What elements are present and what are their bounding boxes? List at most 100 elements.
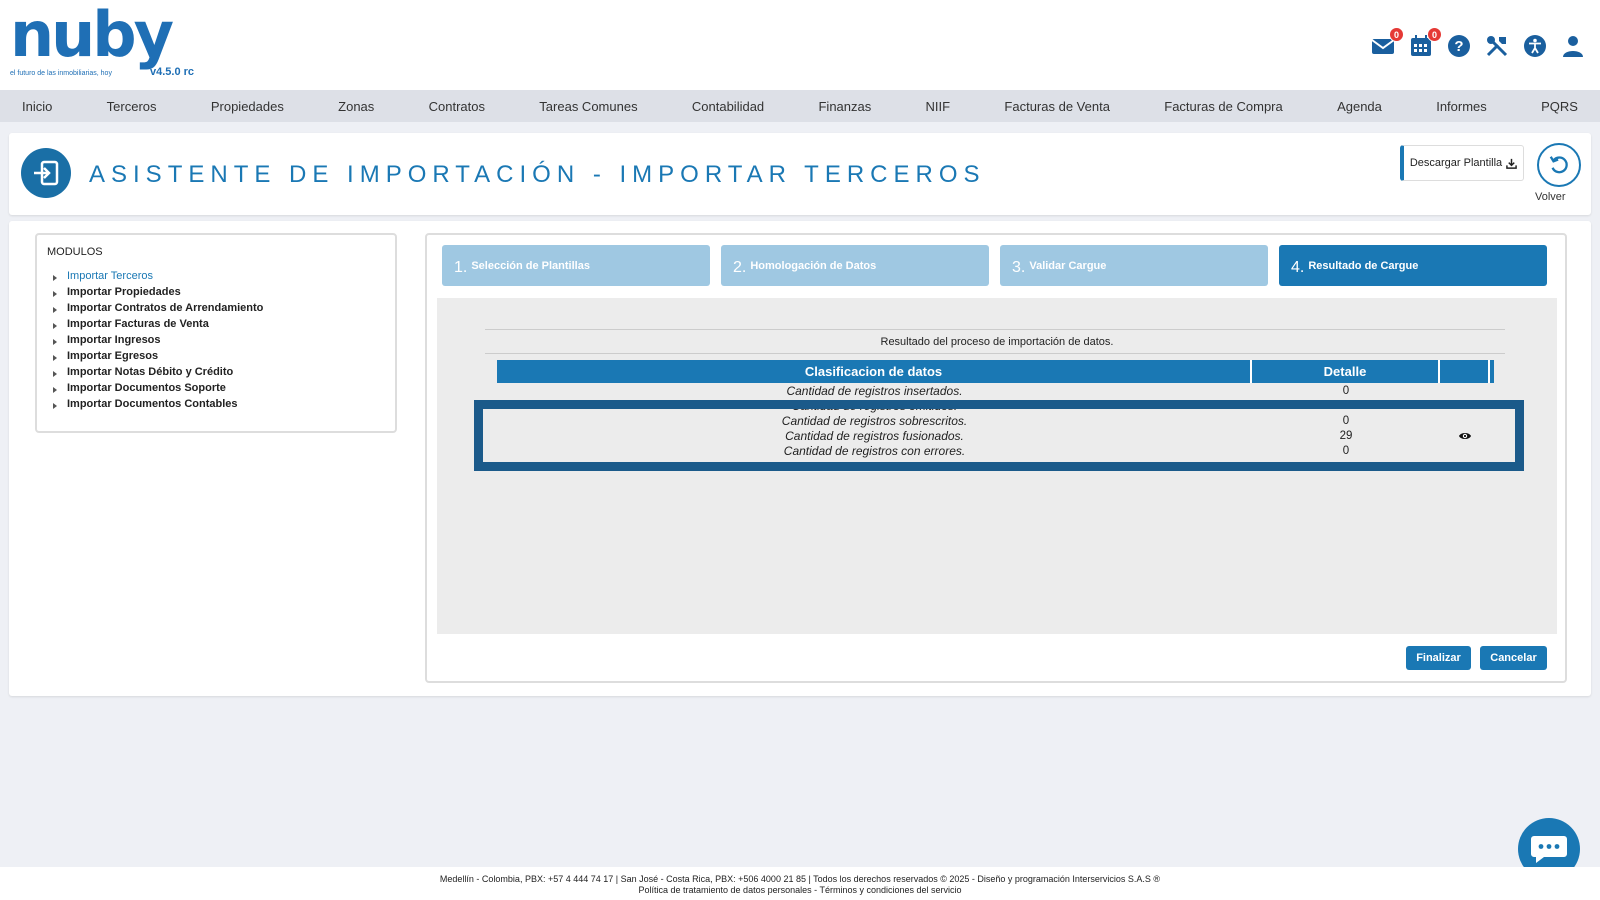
app-version: v4.5.0 rc (150, 66, 195, 78)
row-value: 0 (1342, 399, 1350, 412)
page-title-bar: ASISTENTE DE IMPORTACIÓN - IMPORTAR TERC… (9, 133, 1591, 215)
svg-text:?: ? (1454, 38, 1463, 55)
col-detail: Detalle (1252, 360, 1440, 383)
footer: Medellín - Colombia, PBX: +57 4 444 74 1… (0, 867, 1600, 900)
module-importar-documentos-contables[interactable]: Importar Documentos Contables (53, 396, 263, 412)
row-label: Cantidad de registros con errores. (783, 443, 966, 458)
table-row: Cantidad de registros omitidos. 0 (497, 398, 1494, 413)
main-content: MODULOS Importar Terceros Importar Propi… (9, 221, 1591, 696)
nav-zonas[interactable]: Zonas (338, 99, 374, 114)
top-header: nuby el futuro de las inmobiliarias, hoy… (0, 0, 1600, 90)
help-icon[interactable]: ? (1446, 33, 1472, 59)
module-importar-egresos[interactable]: Importar Egresos (53, 348, 263, 364)
nav-inicio[interactable]: Inicio (22, 99, 52, 114)
download-icon (1506, 158, 1517, 169)
back-label: Volver (1535, 191, 1566, 203)
caret-right-icon (53, 306, 57, 313)
caret-right-icon (53, 274, 57, 281)
caret-right-icon (53, 290, 57, 297)
nav-informes[interactable]: Informes (1436, 99, 1487, 114)
row-action (1440, 413, 1490, 428)
back-button[interactable] (1537, 143, 1581, 187)
calendar-count-badge: 0 (1427, 27, 1442, 42)
undo-icon (1549, 156, 1568, 174)
mail-count-badge: 0 (1389, 27, 1404, 42)
logo-wordmark: nuby (10, 0, 174, 71)
module-importar-documentos-soporte[interactable]: Importar Documentos Soporte (53, 380, 263, 396)
caret-right-icon (53, 354, 57, 361)
table-row: Cantidad de registros sobrescritos. 0 (497, 413, 1494, 428)
row-action (1440, 383, 1490, 398)
finish-button[interactable]: Finalizar (1406, 646, 1471, 670)
row-action (1440, 443, 1490, 458)
module-importar-facturas-venta[interactable]: Importar Facturas de Venta (53, 316, 263, 332)
nav-tareas-comunes[interactable]: Tareas Comunes (539, 99, 637, 114)
divider (485, 353, 1505, 354)
row-label: Cantidad de registros fusionados. (785, 428, 964, 443)
eye-icon[interactable] (1458, 431, 1472, 441)
nav-pqrs[interactable]: PQRS (1541, 99, 1578, 114)
row-label: Cantidad de registros insertados. (786, 383, 963, 398)
module-importar-ingresos[interactable]: Importar Ingresos (53, 332, 263, 348)
caret-right-icon (53, 322, 57, 329)
row-value: 0 (1342, 384, 1350, 397)
row-label: Cantidad de registros sobrescritos. (781, 413, 968, 428)
row-action (1440, 398, 1490, 413)
result-title: Resultado del proceso de importación de … (880, 336, 1114, 348)
row-value: 0 (1342, 444, 1350, 457)
row-label: Cantidad de registros omitidos. (791, 398, 958, 413)
caret-right-icon (53, 402, 57, 409)
divider (485, 329, 1505, 330)
module-importar-notas[interactable]: Importar Notas Débito y Crédito (53, 364, 263, 380)
calendar-icon[interactable]: 0 (1408, 27, 1442, 59)
main-nav: Inicio Terceros Propiedades Zonas Contra… (0, 90, 1600, 122)
download-template-label: Descargar Plantilla (1409, 157, 1503, 169)
tools-icon[interactable] (1484, 33, 1510, 59)
download-template-button[interactable]: Descargar Plantilla (1400, 145, 1524, 181)
step-validar-cargue[interactable]: 3. Validar Cargue (1000, 245, 1268, 286)
nav-niif[interactable]: NIIF (926, 99, 951, 114)
nav-agenda[interactable]: Agenda (1337, 99, 1382, 114)
module-importar-propiedades[interactable]: Importar Propiedades (53, 284, 263, 300)
chat-icon (1531, 836, 1567, 863)
col-actions (1440, 360, 1490, 383)
row-value: 0 (1342, 414, 1350, 427)
result-table: Clasificacion de datos Detalle Cantidad … (497, 360, 1494, 458)
nav-contabilidad[interactable]: Contabilidad (692, 99, 764, 114)
wizard-steps: 1. Selección de Plantillas 2. Homologación… (442, 245, 1547, 286)
result-area: Resultado del proceso de importación de … (437, 298, 1557, 634)
page-title: ASISTENTE DE IMPORTACIÓN - IMPORTAR TERC… (89, 161, 986, 188)
nav-finanzas[interactable]: Finanzas (818, 99, 871, 114)
nav-facturas-compra[interactable]: Facturas de Compra (1164, 99, 1283, 114)
table-row: Cantidad de registros fusionados. 29 (497, 428, 1494, 443)
footer-contact: Medellín - Colombia, PBX: +57 4 444 74 1… (439, 874, 1161, 884)
caret-right-icon (53, 338, 57, 345)
table-row: Cantidad de registros con errores. 0 (497, 443, 1494, 458)
step-homologacion-datos[interactable]: 2. Homologación de Datos (721, 245, 989, 286)
caret-right-icon (53, 370, 57, 377)
col-classification: Clasificacion de datos (497, 360, 1252, 383)
caret-right-icon (53, 386, 57, 393)
row-value: 29 (1339, 429, 1353, 442)
import-icon (21, 148, 71, 198)
accessibility-icon[interactable] (1522, 33, 1548, 59)
modules-list: Importar Terceros Importar Propiedades I… (53, 268, 263, 412)
nav-terceros[interactable]: Terceros (107, 99, 157, 114)
nav-propiedades[interactable]: Propiedades (211, 99, 284, 114)
module-importar-terceros[interactable]: Importar Terceros (53, 268, 263, 284)
row-action (1440, 428, 1490, 443)
user-icon[interactable] (1560, 33, 1586, 59)
mail-icon[interactable]: 0 (1370, 27, 1404, 59)
step-seleccion-plantillas[interactable]: 1. Selección de Plantillas (442, 245, 710, 286)
nav-contratos[interactable]: Contratos (429, 99, 485, 114)
modules-panel: MODULOS Importar Terceros Importar Propi… (35, 233, 397, 433)
nuby-logo[interactable]: nuby el futuro de las inmobiliarias, hoy… (10, 4, 200, 82)
header-toolbar: 0 0 ? (1370, 27, 1586, 59)
nav-facturas-venta[interactable]: Facturas de Venta (1004, 99, 1110, 114)
module-importar-contratos[interactable]: Importar Contratos de Arrendamiento (53, 300, 263, 316)
footer-policies[interactable]: Política de tratamiento de datos persona… (0, 885, 1600, 896)
step-resultado-cargue[interactable]: 4. Resultado de Cargue (1279, 245, 1547, 286)
modules-heading: MODULOS (47, 246, 103, 258)
logo-tagline: el futuro de las inmobiliarias, hoy (10, 70, 112, 77)
cancel-button[interactable]: Cancelar (1480, 646, 1547, 670)
